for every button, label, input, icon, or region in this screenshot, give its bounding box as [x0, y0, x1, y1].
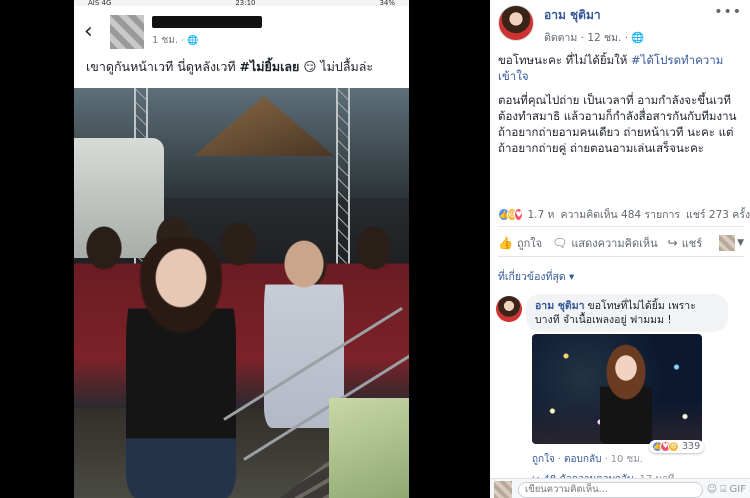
left-post-caption: เขาดูกันหน้าเวที นี่ดูหลังเวที #ไม่ยิ้มเ…: [74, 58, 409, 90]
like-button[interactable]: 👍 ถูกใจ: [498, 234, 542, 252]
viewer-avatar[interactable]: [719, 235, 736, 251]
fb-post-meta: อาม ชุติมา ติดตาม · 12 ชม. · 🌐: [544, 6, 645, 46]
blurred-avatar: [110, 15, 144, 49]
commenter-name[interactable]: อาม ชุติมา: [535, 300, 585, 312]
author-name[interactable]: อาม ชุติมา: [544, 6, 645, 25]
photo-cloth: [329, 398, 409, 498]
viewer-avatar-small: [494, 480, 512, 498]
reaction-count[interactable]: 1.7 ห: [527, 206, 554, 223]
comment-composer: ☺ ⌸ GIF: [490, 478, 750, 498]
comments-count[interactable]: ความคิดเห็น 484 รายการ: [560, 206, 680, 223]
caption-text-end: 😏 ไม่ปลื้มล่ะ: [299, 59, 374, 74]
comment-photo-singer: [600, 344, 652, 444]
love-reaction-icon: ♥: [514, 208, 524, 221]
share-button[interactable]: ↪ แชร์: [668, 234, 703, 252]
post-action-bar: 👍 ถูกใจ 🗨 แสดงความคิดเห็น ↪ แชร์ ▼: [498, 234, 744, 252]
back-arrow-icon[interactable]: ‹: [84, 21, 106, 43]
left-post-time: 1 ชม.: [152, 35, 179, 46]
fb-post-header: อาม ชุติมา ติดตาม · 12 ชม. · 🌐 •••: [490, 0, 750, 52]
follow-link[interactable]: ติดตาม: [544, 32, 577, 44]
comment-reactions[interactable]: 👍 ♥ 😆 339: [649, 440, 705, 453]
comment-like-link[interactable]: ถูกใจ: [532, 454, 555, 465]
commenter-avatar[interactable]: [496, 296, 522, 322]
post-time[interactable]: 12 ชม.: [587, 32, 621, 44]
caption-hashtag: #ไม่ยิ้มเลย: [239, 59, 300, 74]
photo-crowd: [74, 208, 409, 408]
comment-icon: 🗨: [552, 236, 568, 250]
fb-post-text: ขอโทษนะคะ ที่ไม่ได้ยิ้มให้ #ได้โปรดทำควา…: [490, 52, 750, 156]
comment-photo[interactable]: [532, 334, 702, 444]
divider-bottom: [498, 256, 744, 257]
censored-name-bar: [152, 16, 262, 28]
photo-singer: [126, 238, 236, 498]
battery-label: 34%: [379, 0, 395, 6]
carrier-label: AIS 4G: [88, 0, 112, 6]
left-post-meta: 1 ชม. · 🌐: [152, 16, 262, 48]
fb-post-subline: ติดตาม · 12 ชม. · 🌐: [544, 29, 645, 46]
author-avatar[interactable]: [498, 5, 534, 41]
comment-reaction-count: 339: [682, 441, 701, 452]
facebook-post: อาม ชุติมา ติดตาม · 12 ชม. · 🌐 ••• ขอโทษ…: [490, 0, 750, 498]
comment-action-row: ถูกใจ · ตอบกลับ · 10 ชม.: [532, 452, 643, 467]
comment-button[interactable]: 🗨 แสดงความคิดเห็น: [552, 234, 658, 252]
comment-time[interactable]: 10 ชม.: [611, 454, 643, 465]
separator-dot: ·: [604, 454, 608, 465]
chevron-down-icon[interactable]: ▼: [737, 238, 744, 248]
thumbs-up-icon: 👍: [498, 236, 513, 250]
comment-button-label: แสดงความคิดเห็น: [571, 237, 658, 250]
like-button-label: ถูกใจ: [516, 237, 543, 250]
globe-icon: · 🌐: [181, 36, 199, 46]
haha-reaction-icon: 😆: [668, 441, 679, 452]
share-icon: ↪: [667, 236, 678, 250]
reaction-summary[interactable]: 👍 😆 ♥ 1.7 ห ความคิดเห็น 484 รายการ แชร์ …: [498, 206, 750, 223]
phone-screenshot: AIS 4G 23:10 34% ‹ 1 ชม. · 🌐 เขาดูกันหน้…: [74, 0, 409, 498]
post-paragraph-2: ตอนที่คุณไปถ่าย เป็นเวลาที่ อามกำลังจะขึ…: [498, 93, 737, 155]
post-paragraph-1: ขอโทษนะคะ ที่ไม่ได้ยิ้มให้ #ได้โปรดทำควา…: [498, 52, 740, 84]
shares-count[interactable]: แชร์ 273 ครั้ง: [686, 206, 750, 223]
apology-text: ขอโทษนะคะ ที่ไม่ได้ยิ้มให้: [498, 53, 632, 67]
backstage-photo[interactable]: [74, 88, 409, 498]
more-options-icon[interactable]: •••: [714, 4, 742, 20]
left-post-time-row: 1 ชม. · 🌐: [152, 33, 262, 48]
clock-label: 23:10: [235, 0, 256, 6]
caption-text: เขาดูกันหน้าเวที นี่ดูหลังเวที: [86, 59, 240, 74]
comment-input[interactable]: [518, 481, 703, 498]
comment-reply-link[interactable]: ตอบกลับ: [564, 454, 601, 465]
divider-top: [498, 226, 744, 227]
comment-sort-dropdown[interactable]: ที่เกี่ยวข้องที่สุด ▾: [498, 268, 574, 285]
share-button-label: แชร์: [681, 237, 703, 250]
screenshot-canvas: AIS 4G 23:10 34% ‹ 1 ชม. · 🌐 เขาดูกันหน้…: [0, 0, 750, 498]
composer-tools[interactable]: ☺ ⌸ GIF: [707, 484, 746, 495]
comment-bubble: อาม ชุติมา ขอโทษที่ไม่ได้ยิ้ม เพราะบางที …: [526, 294, 728, 332]
globe-icon: · 🌐: [624, 32, 645, 44]
separator-dot: ·: [557, 454, 562, 465]
left-post-header: ‹ 1 ชม. · 🌐: [74, 6, 409, 58]
